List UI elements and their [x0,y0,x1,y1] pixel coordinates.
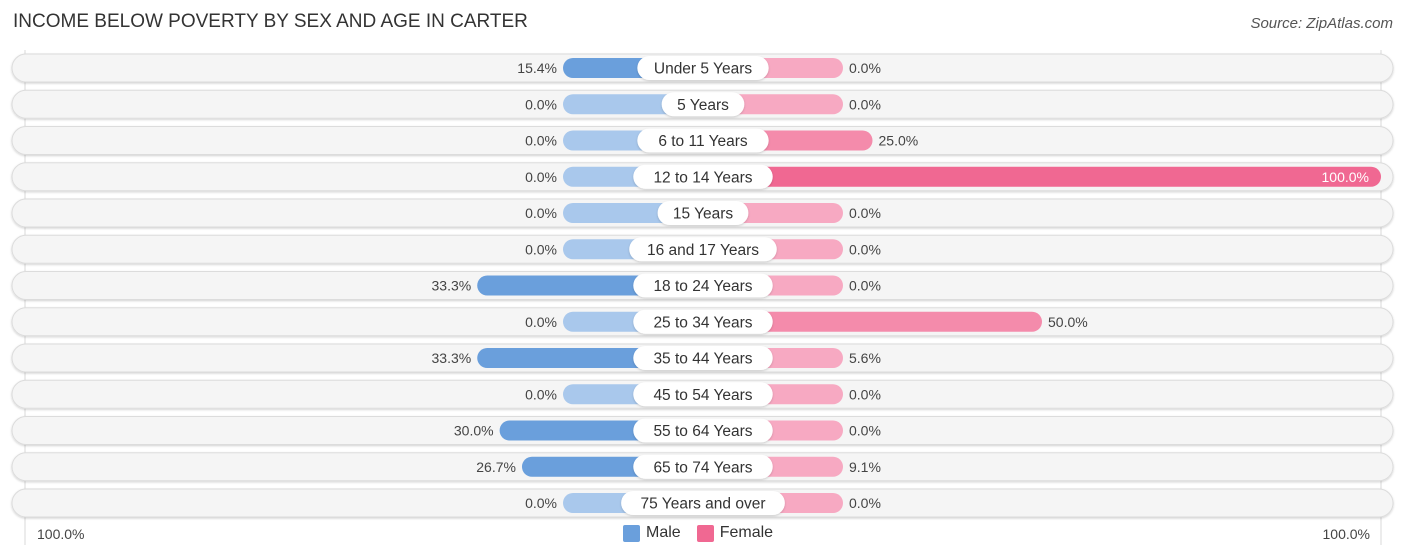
female-bar [703,166,1381,187]
axis-left-label: 100.0% [37,526,85,542]
female-value-label: 5.6% [849,350,881,366]
male-value-label: 26.7% [476,459,516,475]
female-value-label: 100.0% [1322,169,1369,185]
male-value-label: 33.3% [432,350,472,366]
chart-canvas: 15.4% 0.0% Under 5 Years 0.0% 0.0% 5 Years 0.0… [11,50,1394,545]
legend-item-female: Female [696,524,774,542]
category-label: Under 5 Years [654,61,752,78]
female-value-label: 25.0% [879,133,919,149]
male-value-label: 30.0% [454,423,494,439]
category-label: 35 to 44 Years [653,351,752,368]
female-value-label: 0.0% [849,495,881,511]
female-value-label: 0.0% [849,278,881,294]
category-label: 55 to 64 Years [653,423,752,440]
male-value-label: 0.0% [525,169,557,185]
category-label: 5 Years [677,97,729,114]
axis-right-label: 100.0% [1322,526,1370,542]
female-value-label: 0.0% [849,423,881,439]
category-label: 12 to 14 Years [653,169,752,186]
category-label: 65 to 74 Years [653,459,752,476]
legend-swatch-male [623,524,640,542]
male-value-label: 0.0% [525,241,557,257]
legend-label-male: Male [646,524,681,541]
female-value-label: 0.0% [849,241,881,257]
legend-swatch-female [696,524,714,542]
female-value-label: 0.0% [849,205,881,221]
female-value-label: 50.0% [1048,314,1088,330]
male-value-label: 0.0% [525,314,557,330]
category-label: 15 Years [673,206,734,223]
female-value-label: 0.0% [849,60,881,76]
female-value-label: 0.0% [849,386,881,402]
male-value-label: 0.0% [525,133,557,149]
female-value-label: 9.1% [849,459,881,475]
legend: Male Female [623,524,789,542]
category-label: 45 to 54 Years [653,387,752,404]
male-value-label: 0.0% [525,205,557,221]
category-label: 6 to 11 Years [658,133,748,150]
male-value-label: 0.0% [525,386,557,402]
legend-label-female: Female [719,524,774,541]
legend-item-male: Male [623,524,681,542]
category-label: 18 to 24 Years [653,278,752,295]
male-value-label: 0.0% [525,96,557,112]
male-value-label: 15.4% [517,60,557,76]
category-label: 75 Years and over [641,496,766,513]
male-value-label: 33.3% [432,278,472,294]
male-value-label: 0.0% [525,495,557,511]
category-label: 25 to 34 Years [653,314,752,331]
category-label: 16 and 17 Years [647,242,759,259]
female-value-label: 0.0% [849,96,881,112]
